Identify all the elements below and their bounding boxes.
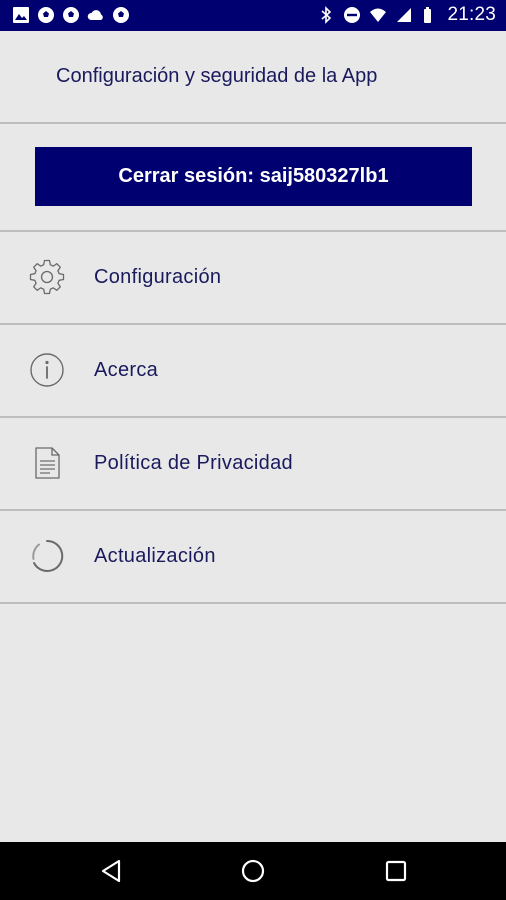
battery-icon (424, 7, 432, 23)
do-not-disturb-icon (344, 7, 361, 23)
image-icon (13, 7, 29, 23)
menu-item-actualizacion[interactable]: Actualización (0, 511, 506, 604)
menu-item-label: Actualización (94, 545, 216, 567)
menu-item-label: Política de Privacidad (94, 452, 293, 474)
clock: 21:23 (447, 4, 496, 25)
page-title: Configuración y seguridad de la App (56, 65, 378, 87)
info-icon (30, 353, 64, 387)
cloud-icon (87, 10, 103, 20)
notification-icons (12, 6, 130, 24)
menu-item-acerca[interactable]: Acerca (0, 325, 506, 418)
document-icon (35, 447, 60, 479)
logout-section: Cerrar sesión: saij580327lb1 (0, 124, 506, 232)
settings-menu: Configuración Acerca Política de Privaci… (0, 232, 506, 604)
home-icon[interactable] (238, 856, 268, 886)
menu-item-label: Configuración (94, 266, 222, 288)
menu-item-configuracion[interactable]: Configuración (0, 232, 506, 325)
page-header: Configuración y seguridad de la App (0, 31, 506, 124)
gear-icon (29, 259, 65, 295)
logout-button[interactable]: Cerrar sesión: saij580327lb1 (35, 147, 472, 206)
back-icon[interactable] (97, 856, 127, 886)
soccer-ball-icon (38, 7, 54, 23)
refresh-icon (32, 539, 64, 572)
system-icons: 21:23 (317, 4, 496, 26)
bluetooth-icon (321, 6, 332, 24)
status-bar: 21:23 (0, 0, 506, 31)
menu-item-label: Acerca (94, 359, 159, 381)
navigation-bar (0, 842, 506, 900)
soccer-ball-icon (63, 7, 79, 23)
signal-icon (397, 8, 412, 22)
soccer-ball-icon (113, 7, 129, 23)
wifi-icon (370, 8, 387, 22)
menu-item-politica-privacidad[interactable]: Política de Privacidad (0, 418, 506, 511)
recents-icon[interactable] (381, 856, 411, 886)
